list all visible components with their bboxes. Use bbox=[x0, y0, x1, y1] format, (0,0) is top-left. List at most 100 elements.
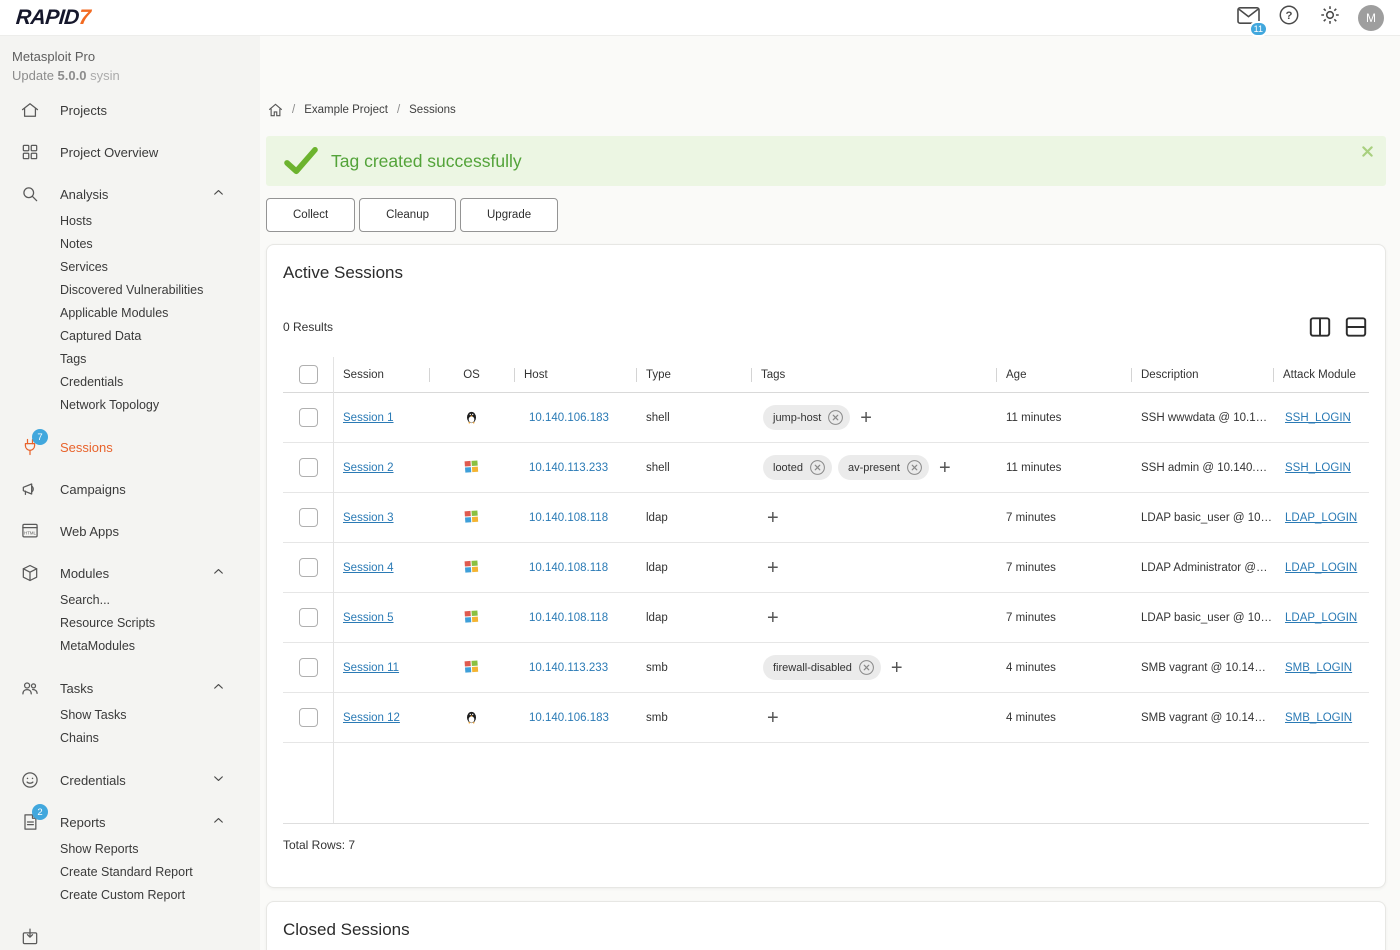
rapid7-logo[interactable]: RAPID7 bbox=[15, 6, 91, 30]
add-tag-button[interactable]: + bbox=[767, 508, 779, 528]
sidebar-subitem-resource-scripts[interactable]: Resource Scripts bbox=[0, 611, 260, 634]
sidebar-subitem-discovered-vulnerabilities[interactable]: Discovered Vulnerabilities bbox=[0, 278, 260, 301]
home-icon[interactable] bbox=[268, 103, 283, 117]
row-checkbox[interactable] bbox=[299, 658, 318, 677]
column-header-tags[interactable]: Tags bbox=[751, 357, 996, 392]
host-cell: 10.140.108.118 bbox=[514, 612, 636, 624]
tag-pill[interactable]: av-present bbox=[838, 455, 929, 480]
add-tag-button[interactable]: + bbox=[767, 608, 779, 628]
sidebar-item-clipped[interactable] bbox=[0, 916, 260, 950]
breadcrumb-project[interactable]: Example Project bbox=[304, 104, 388, 116]
select-all-checkbox[interactable] bbox=[299, 365, 318, 384]
tag-pill[interactable]: looted bbox=[763, 455, 832, 480]
tag-pill[interactable]: jump-host bbox=[763, 405, 850, 430]
notifications-button[interactable]: 11 bbox=[1235, 5, 1261, 31]
attack-module-link[interactable]: SMB_LOGIN bbox=[1285, 712, 1352, 724]
upgrade-button[interactable]: Upgrade bbox=[460, 198, 558, 232]
description-cell: LDAP basic_user @ 10… bbox=[1131, 512, 1273, 524]
sidebar-item-reports[interactable]: 2Reports bbox=[0, 801, 260, 843]
attack-module-link[interactable]: SMB_LOGIN bbox=[1285, 662, 1352, 674]
user-avatar[interactable]: M bbox=[1358, 5, 1384, 31]
add-tag-button[interactable]: + bbox=[891, 658, 903, 678]
sidebar-subitem-applicable-modules[interactable]: Applicable Modules bbox=[0, 301, 260, 324]
chevron-up-icon[interactable] bbox=[212, 186, 225, 202]
chevron-up-icon[interactable] bbox=[212, 680, 225, 696]
sidebar-subitem-tags[interactable]: Tags bbox=[0, 347, 260, 370]
row-checkbox[interactable] bbox=[299, 408, 318, 427]
sidebar-subitem-captured-data[interactable]: Captured Data bbox=[0, 324, 260, 347]
sidebar-subitem-create-custom-report[interactable]: Create Custom Report bbox=[0, 883, 260, 906]
sidebar-subitem-chains[interactable]: Chains bbox=[0, 726, 260, 749]
host-link[interactable]: 10.140.113.233 bbox=[529, 662, 608, 674]
host-link[interactable]: 10.140.108.118 bbox=[529, 512, 608, 524]
add-tag-button[interactable]: + bbox=[767, 708, 779, 728]
settings-button[interactable] bbox=[1317, 5, 1343, 31]
attack-module-link[interactable]: SSH_LOGIN bbox=[1285, 462, 1351, 474]
sidebar-item-label: Campaigns bbox=[60, 482, 126, 497]
close-banner-icon[interactable] bbox=[1362, 146, 1373, 157]
session-link[interactable]: Session 1 bbox=[343, 412, 394, 424]
collect-button[interactable]: Collect bbox=[266, 198, 355, 232]
chevron-down-icon[interactable] bbox=[212, 772, 225, 788]
column-view-icon[interactable] bbox=[1307, 314, 1333, 340]
sidebar-item-analysis[interactable]: Analysis bbox=[0, 173, 260, 215]
sidebar-subitem-metamodules[interactable]: MetaModules bbox=[0, 634, 260, 657]
product-info: Metasploit Pro Update 5.0.0 sysin bbox=[0, 36, 260, 89]
host-link[interactable]: 10.140.108.118 bbox=[529, 562, 608, 574]
session-link[interactable]: Session 4 bbox=[343, 562, 394, 574]
remove-tag-icon[interactable] bbox=[858, 659, 875, 676]
attack-module-link[interactable]: LDAP_LOGIN bbox=[1285, 612, 1357, 624]
attack-module-link[interactable]: SSH_LOGIN bbox=[1285, 412, 1351, 424]
chevron-up-icon[interactable] bbox=[212, 565, 225, 581]
sidebar-subitem-notes[interactable]: Notes bbox=[0, 232, 260, 255]
row-view-icon[interactable] bbox=[1343, 314, 1369, 340]
sidebar-item-label: Web Apps bbox=[60, 524, 119, 539]
row-checkbox[interactable] bbox=[299, 458, 318, 477]
add-tag-button[interactable]: + bbox=[860, 408, 872, 428]
sidebar-item-web-apps[interactable]: HTMLWeb Apps bbox=[0, 510, 260, 552]
remove-tag-icon[interactable] bbox=[809, 459, 826, 476]
row-checkbox[interactable] bbox=[299, 708, 318, 727]
sidebar-subitem-credentials[interactable]: Credentials bbox=[0, 370, 260, 393]
sidebar-item-sessions[interactable]: 7Sessions bbox=[0, 426, 260, 468]
session-link[interactable]: Session 5 bbox=[343, 612, 394, 624]
sidebar-subitem-create-standard-report[interactable]: Create Standard Report bbox=[0, 860, 260, 883]
host-link[interactable]: 10.140.113.233 bbox=[529, 462, 608, 474]
host-link[interactable]: 10.140.108.118 bbox=[529, 612, 608, 624]
remove-tag-icon[interactable] bbox=[906, 459, 923, 476]
attack-module-link[interactable]: LDAP_LOGIN bbox=[1285, 512, 1357, 524]
session-link[interactable]: Session 11 bbox=[343, 662, 399, 674]
help-button[interactable]: ? bbox=[1276, 5, 1302, 31]
add-tag-button[interactable]: + bbox=[939, 458, 951, 478]
row-checkbox[interactable] bbox=[299, 508, 318, 527]
sidebar-item-projects[interactable]: Projects bbox=[0, 89, 260, 131]
row-checkbox[interactable] bbox=[299, 608, 318, 627]
attack-module-link[interactable]: LDAP_LOGIN bbox=[1285, 562, 1357, 574]
sidebar-item-credentials[interactable]: Credentials bbox=[0, 759, 260, 801]
column-header-os[interactable]: OS bbox=[429, 357, 514, 392]
row-checkbox[interactable] bbox=[299, 558, 318, 577]
sidebar-item-tasks[interactable]: Tasks bbox=[0, 667, 260, 709]
session-link[interactable]: Session 2 bbox=[343, 462, 394, 474]
cleanup-button[interactable]: Cleanup bbox=[359, 198, 456, 232]
session-link[interactable]: Session 12 bbox=[343, 712, 400, 724]
host-link[interactable]: 10.140.106.183 bbox=[529, 712, 609, 724]
sidebar-subitem-services[interactable]: Services bbox=[0, 255, 260, 278]
column-header-age[interactable]: Age bbox=[996, 357, 1131, 392]
column-header-description[interactable]: Description bbox=[1131, 357, 1273, 392]
session-link[interactable]: Session 3 bbox=[343, 512, 394, 524]
chevron-up-icon[interactable] bbox=[212, 814, 225, 830]
sidebar-item-modules[interactable]: Modules bbox=[0, 552, 260, 594]
host-link[interactable]: 10.140.106.183 bbox=[529, 412, 609, 424]
add-tag-button[interactable]: + bbox=[767, 558, 779, 578]
column-header-session[interactable]: Session bbox=[333, 357, 429, 392]
sidebar-subitem-network-topology[interactable]: Network Topology bbox=[0, 393, 260, 416]
reports-icon: 2 bbox=[20, 812, 40, 832]
sidebar-item-project-overview[interactable]: Project Overview bbox=[0, 131, 260, 173]
column-header-host[interactable]: Host bbox=[514, 357, 636, 392]
remove-tag-icon[interactable] bbox=[827, 409, 844, 426]
column-header-type[interactable]: Type bbox=[636, 357, 751, 392]
sidebar-item-campaigns[interactable]: Campaigns bbox=[0, 468, 260, 510]
tag-pill[interactable]: firewall-disabled bbox=[763, 655, 881, 680]
column-header-attack-module[interactable]: Attack Module bbox=[1273, 357, 1369, 392]
